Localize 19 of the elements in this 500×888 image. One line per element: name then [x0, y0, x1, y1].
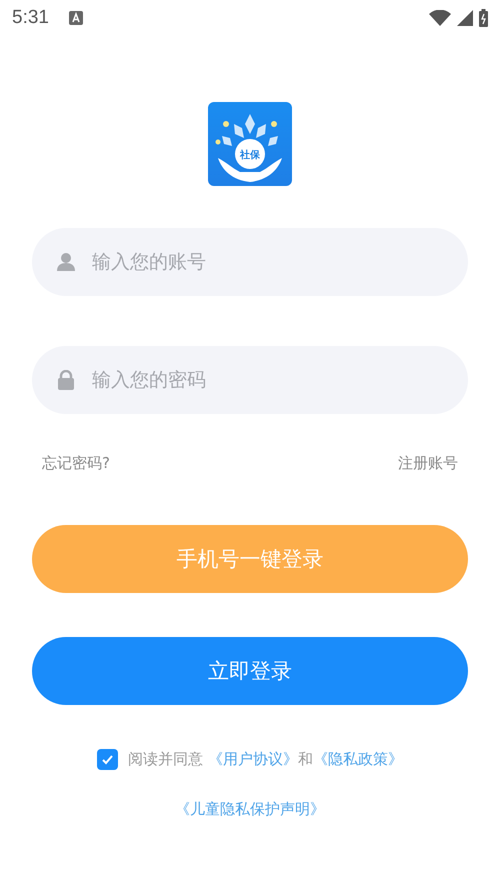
user-agreement-link[interactable]: 《用户协议》 — [208, 750, 298, 768]
app-notification-icon — [68, 11, 83, 25]
account-field[interactable]: 输入您的账号 — [32, 228, 468, 296]
logo-text: 社保 — [238, 148, 261, 162]
hands-leaves-drawing — [215, 113, 283, 183]
signal-icon — [457, 10, 473, 26]
wifi-icon — [429, 10, 451, 26]
phone-login-button[interactable]: 手机号一键登录 — [32, 525, 468, 593]
privacy-policy-link[interactable]: 《隐私政策》 — [312, 750, 403, 768]
forgot-password-link[interactable]: 忘记密码? — [42, 454, 110, 473]
register-link[interactable]: 注册账号 — [398, 454, 458, 473]
check-icon — [101, 753, 114, 766]
children-privacy-link[interactable]: 《儿童隐私保护声明》 — [175, 800, 325, 818]
agree-checkbox[interactable] — [97, 749, 118, 770]
agreement-text: 阅读并同意 《用户协议》和《隐私政策》 — [128, 750, 403, 769]
password-field[interactable]: 输入您的密码 — [32, 346, 468, 414]
status-time: 5:31 — [12, 7, 49, 29]
login-button[interactable]: 立即登录 — [32, 637, 468, 705]
battery-icon — [479, 9, 488, 27]
